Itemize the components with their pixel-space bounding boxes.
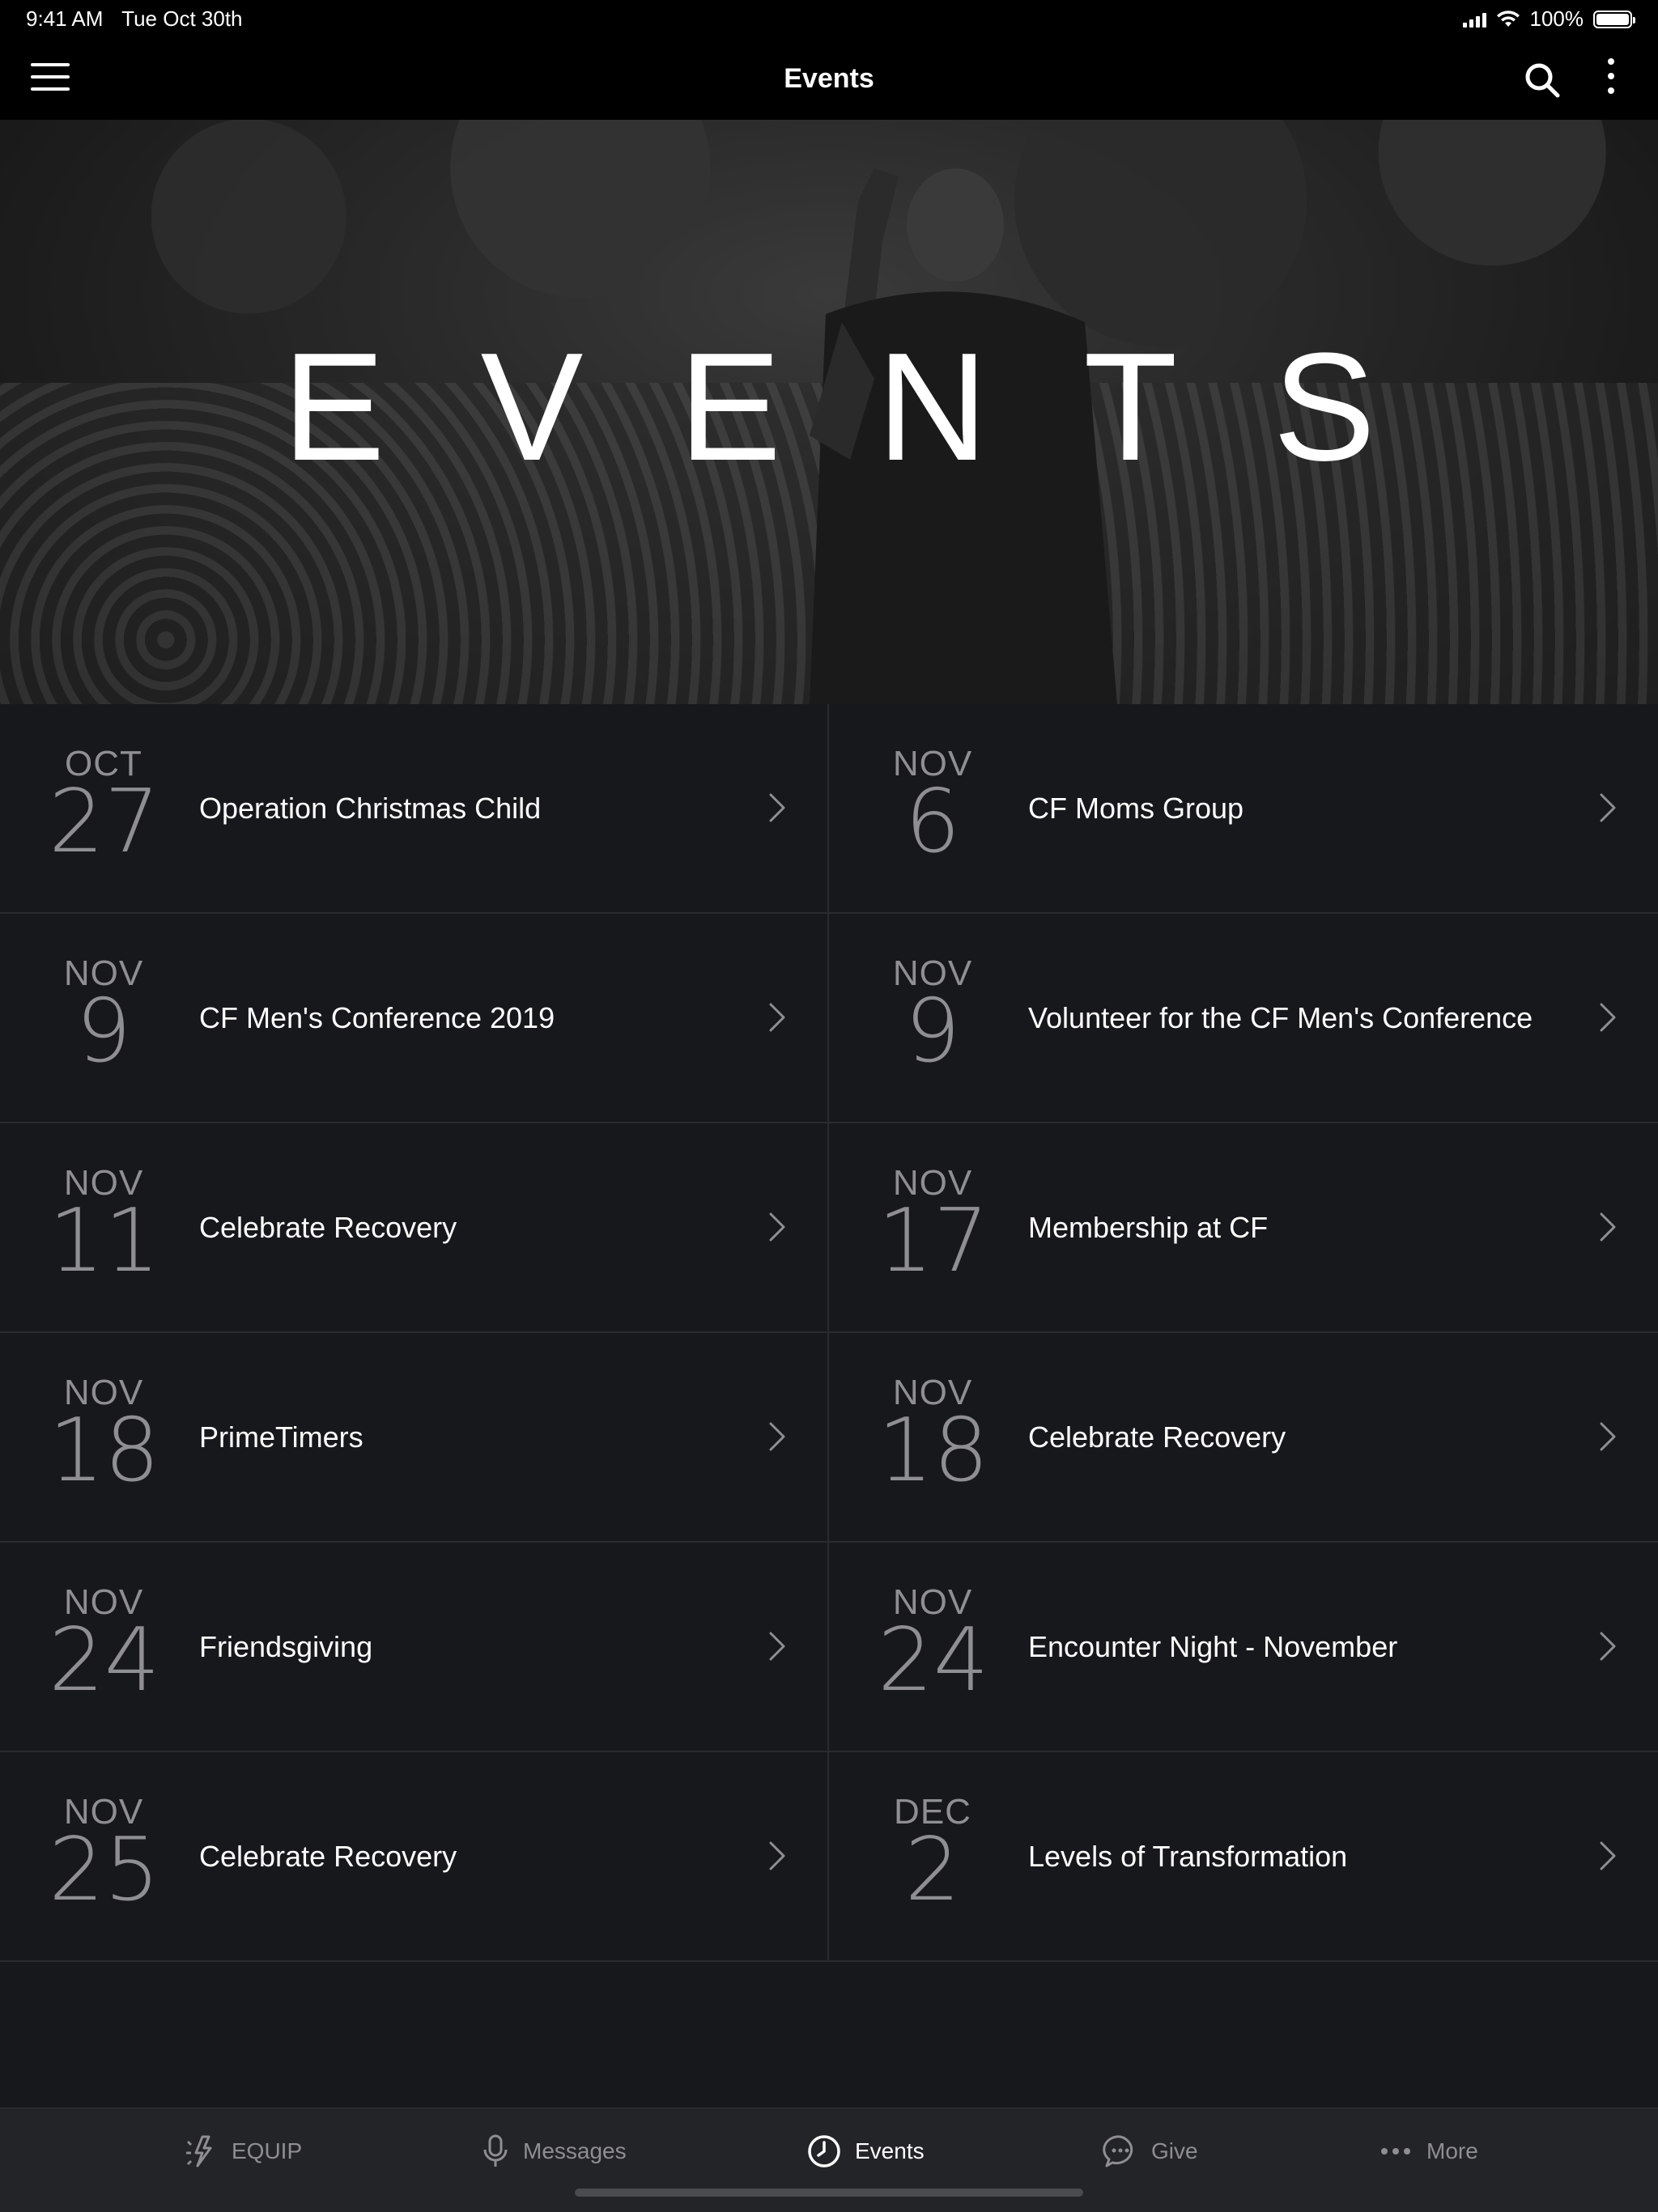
tab-equip[interactable]: EQUIP: [183, 2131, 302, 2172]
event-item[interactable]: NOV 25 Celebrate Recovery: [0, 1752, 829, 1962]
tab-messages[interactable]: Messages: [481, 2131, 627, 2172]
event-day: 24: [49, 1610, 160, 1711]
tab-events-label: Events: [855, 2138, 925, 2163]
chevron-right-icon: [1600, 1422, 1616, 1451]
page-title: Events: [784, 63, 874, 94]
event-title: PrimeTimers: [199, 1420, 363, 1454]
event-title: Friendsgiving: [199, 1630, 373, 1663]
clock-icon: [808, 2135, 840, 2167]
hero-banner: EVENTS: [0, 120, 1658, 704]
event-title: Volunteer for the CF Men's Conference: [1028, 1001, 1533, 1034]
event-title: Levels of Transformation: [1028, 1840, 1348, 1873]
event-day: 9: [904, 981, 961, 1082]
event-date: OCT 27: [49, 746, 159, 866]
event-title: CF Moms Group: [1028, 792, 1244, 825]
chevron-right-icon: [1600, 1841, 1616, 1870]
event-item[interactable]: NOV 9 CF Men's Conference 2019: [0, 914, 829, 1123]
chevron-right-icon: [769, 1212, 785, 1242]
event-title: Operation Christmas Child: [199, 792, 542, 825]
microphone-icon: [483, 2134, 508, 2167]
event-date: DEC 2: [878, 1794, 988, 1914]
event-day: 18: [878, 1400, 989, 1501]
event-date: NOV 17: [878, 1165, 988, 1285]
event-title: Celebrate Recovery: [199, 1840, 457, 1873]
chevron-right-icon: [769, 1841, 785, 1870]
status-time: 9:41 AM: [26, 6, 104, 31]
event-item[interactable]: NOV 18 PrimeTimers: [0, 1333, 829, 1543]
battery-percent: 100%: [1529, 6, 1584, 31]
event-title: Celebrate Recovery: [1028, 1420, 1286, 1454]
home-indicator: [575, 2189, 1083, 2197]
event-date: NOV 18: [49, 1375, 159, 1495]
tab-give-label: Give: [1151, 2138, 1198, 2163]
ellipsis-icon: [1381, 2148, 1410, 2155]
event-day: 27: [49, 771, 160, 872]
event-item[interactable]: OCT 27 Operation Christmas Child: [0, 704, 829, 914]
event-day: 24: [878, 1610, 989, 1711]
navigation-bar: Events: [0, 39, 1658, 120]
cellular-signal-icon: [1462, 11, 1486, 28]
event-title: Celebrate Recovery: [199, 1211, 457, 1244]
sparkle-icon: [186, 2135, 212, 2167]
event-date: NOV 24: [878, 1585, 988, 1705]
tab-more-label: More: [1426, 2138, 1478, 2163]
event-date: NOV 11: [49, 1165, 159, 1285]
event-date: NOV 9: [878, 956, 988, 1076]
chevron-right-icon: [769, 1632, 785, 1661]
event-date: NOV 24: [49, 1585, 159, 1705]
event-item[interactable]: NOV 11 Celebrate Recovery: [0, 1123, 829, 1333]
event-title: Encounter Night - November: [1028, 1630, 1398, 1663]
status-bar: 9:41 AM Tue Oct 30th 100%: [0, 0, 1658, 39]
event-day: 25: [49, 1819, 160, 1921]
event-day: 17: [878, 1191, 989, 1292]
chevron-right-icon: [1600, 1003, 1616, 1032]
wifi-icon: [1496, 10, 1520, 27]
event-date: NOV 25: [49, 1794, 159, 1914]
search-icon[interactable]: [1524, 62, 1561, 99]
event-item[interactable]: NOV 6 CF Moms Group: [829, 704, 1658, 914]
event-day: 9: [75, 981, 132, 1082]
tab-give[interactable]: Give: [1103, 2131, 1198, 2172]
event-item[interactable]: DEC 2 Levels of Transformation: [829, 1752, 1658, 1962]
hero-title: EVENTS: [282, 321, 1472, 493]
status-date: Tue Oct 30th: [121, 6, 243, 31]
event-title: Membership at CF: [1028, 1211, 1269, 1244]
more-options-icon[interactable]: [1603, 58, 1619, 100]
event-date: NOV 6: [878, 746, 988, 866]
chevron-right-icon: [1600, 1632, 1616, 1661]
chat-bubble-icon: [1103, 2135, 1133, 2167]
event-item[interactable]: NOV 24 Friendsgiving: [0, 1543, 829, 1752]
event-date: NOV 18: [878, 1375, 988, 1495]
tab-messages-label: Messages: [523, 2138, 627, 2163]
event-day: 18: [49, 1400, 160, 1501]
chevron-right-icon: [769, 1003, 785, 1032]
events-list: OCT 27 Operation Christmas Child NOV 6 CF Mom…: [0, 704, 1658, 1962]
tab-events[interactable]: Events: [806, 2131, 925, 2172]
tab-equip-label: EQUIP: [232, 2138, 303, 2163]
event-day: 11: [49, 1191, 160, 1292]
chevron-right-icon: [1600, 793, 1616, 822]
chevron-right-icon: [769, 793, 785, 822]
event-item[interactable]: NOV 18 Celebrate Recovery: [829, 1333, 1658, 1543]
event-day: 2: [904, 1819, 961, 1921]
tab-more[interactable]: More: [1378, 2131, 1478, 2172]
battery-icon: [1593, 10, 1635, 28]
event-item[interactable]: NOV 24 Encounter Night - November: [829, 1543, 1658, 1752]
event-date: NOV 9: [49, 956, 159, 1076]
event-item[interactable]: NOV 9 Volunteer for the CF Men's Conferenc…: [829, 914, 1658, 1123]
chevron-right-icon: [1600, 1212, 1616, 1242]
event-day: 6: [904, 771, 961, 872]
event-item[interactable]: NOV 17 Membership at CF: [829, 1123, 1658, 1333]
event-title: CF Men's Conference 2019: [199, 1001, 555, 1034]
chevron-right-icon: [769, 1422, 785, 1451]
